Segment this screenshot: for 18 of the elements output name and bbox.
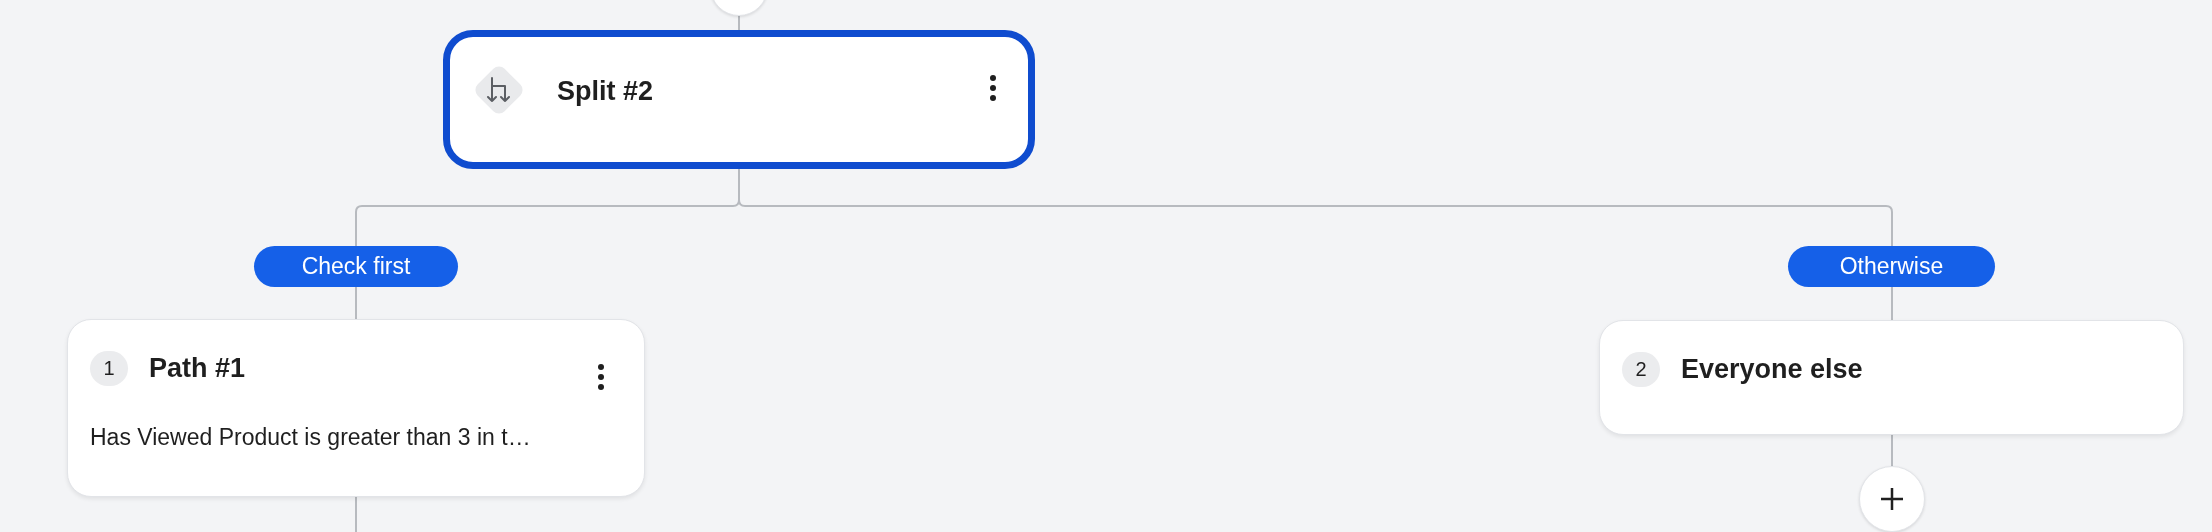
more-options-icon[interactable] — [596, 363, 606, 390]
path-title: Path #1 — [149, 354, 246, 382]
branch-label: Check first — [254, 246, 458, 287]
connector-line — [355, 496, 357, 532]
connector-line — [738, 15, 740, 31]
path-card[interactable]: 1 Path #1 Has Viewed Product is greater than 3 in t… — [67, 319, 645, 497]
branch-label: Otherwise — [1788, 246, 1995, 287]
connector-line — [1891, 434, 1893, 467]
path-number: 2 — [1622, 351, 1660, 387]
path-title: Everyone else — [1681, 355, 1863, 383]
plus-icon — [1879, 486, 1905, 512]
path-number: 1 — [90, 350, 128, 386]
add-step-button[interactable] — [1859, 466, 1925, 532]
path-condition: Has Viewed Product is greater than 3 in t… — [90, 424, 531, 451]
split-title: Split #2 — [557, 78, 654, 105]
more-options-icon[interactable] — [988, 75, 998, 101]
path-card[interactable]: 2 Everyone else — [1599, 320, 2184, 435]
split-node[interactable]: Split #2 — [443, 30, 1035, 169]
